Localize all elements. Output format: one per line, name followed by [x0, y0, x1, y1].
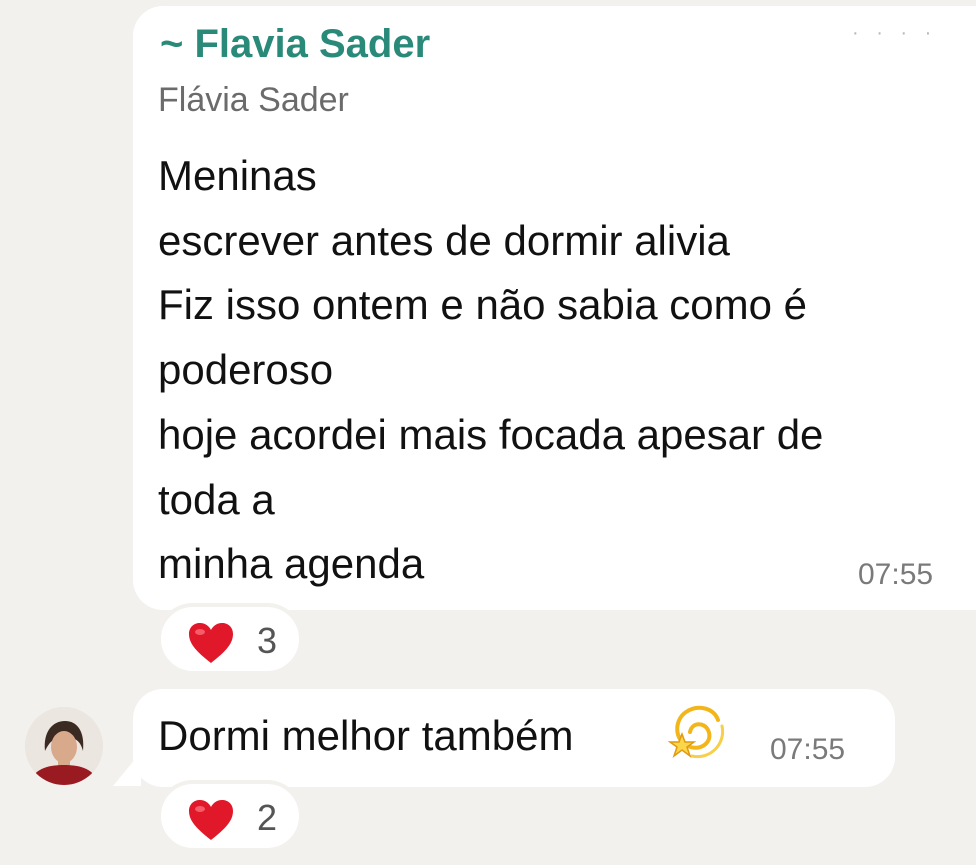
message-line: escrever antes de dormir alivia — [158, 216, 730, 264]
message-line: Fiz isso ontem e não sabia como é — [158, 281, 807, 329]
message-line: minha agenda — [158, 540, 425, 588]
message-line: hoje acordei mais focada apesar de — [158, 410, 824, 458]
heart-icon — [189, 800, 233, 840]
message-text: Dormi melhor também — [158, 712, 574, 759]
reaction-count: 2 — [257, 797, 278, 838]
heart-icon — [189, 623, 233, 663]
message-line: poderoso — [158, 346, 334, 394]
sender-phone-number: · · · · — [852, 22, 938, 44]
dizzy-icon — [667, 705, 725, 759]
reaction-pill[interactable]: 3 — [157, 603, 303, 675]
reaction-count: 3 — [257, 620, 278, 661]
message-line: Meninas — [158, 152, 317, 199]
message-text: Meninas escrever antes de dormir alivia … — [158, 144, 958, 597]
sender-push-name: Flávia Sader — [158, 81, 349, 119]
chat-view: ~ Flavia Sader · · · · Flávia Sader Meni… — [0, 0, 976, 865]
message-timestamp: 07:55 — [770, 733, 846, 766]
message-timestamp: 07:55 — [858, 558, 934, 591]
message-line: toda a — [158, 475, 275, 523]
sender-name[interactable]: ~ Flavia Sader — [160, 20, 430, 68]
avatar-image — [25, 707, 103, 785]
avatar[interactable] — [25, 707, 103, 785]
reaction-pill[interactable]: 2 — [157, 780, 303, 852]
